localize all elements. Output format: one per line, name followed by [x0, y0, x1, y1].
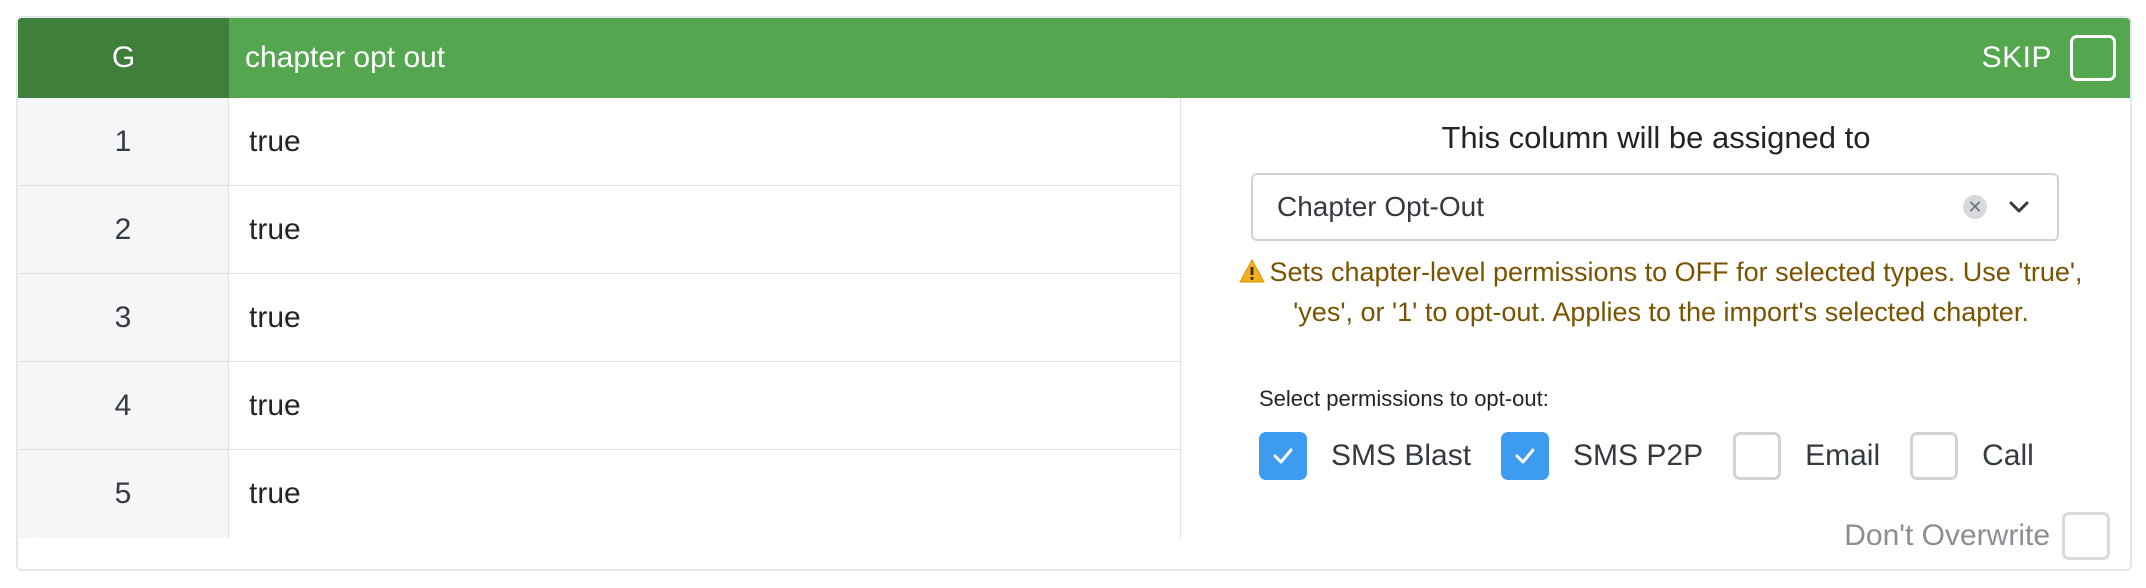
column-header: G chapter opt out SKIP [18, 18, 2130, 98]
column-letter: G [18, 18, 229, 98]
row-number: 2 [18, 186, 229, 273]
row-value: true [249, 300, 301, 334]
row-number: 1 [18, 98, 229, 185]
checkmark-icon [1515, 448, 1535, 464]
row-number: 4 [18, 362, 229, 449]
field-select[interactable]: Chapter Opt-Out ✕ [1251, 173, 2059, 241]
row-value: true [249, 212, 301, 246]
skip-toggle[interactable]: SKIP [1982, 35, 2116, 81]
table-row: 2 true [18, 186, 1180, 274]
row-number: 3 [18, 274, 229, 361]
table-row: 4 true [18, 362, 1180, 450]
close-icon[interactable]: ✕ [1963, 195, 1987, 219]
chevron-down-icon[interactable] [2007, 195, 2031, 219]
checkbox-sms-p2p[interactable] [1501, 432, 1550, 480]
row-value: true [249, 388, 301, 422]
data-preview-rows: 1 true 2 true 3 true 4 true 5 true [18, 98, 1180, 538]
warning-message: Sets chapter-level permissions to OFF fo… [1221, 252, 2101, 332]
permission-call[interactable]: Call [1910, 432, 2034, 480]
permission-sms-blast[interactable]: SMS Blast [1259, 432, 1471, 480]
skip-checkbox[interactable] [2070, 35, 2116, 81]
permission-label: SMS Blast [1331, 439, 1472, 472]
dont-overwrite-label: Don't Overwrite [1844, 519, 2050, 552]
permissions-group: SMS Blast SMS P2P Email Call [1259, 432, 2034, 480]
row-value: true [249, 124, 301, 158]
permission-label: Email [1805, 439, 1881, 472]
checkbox-sms-blast[interactable] [1259, 432, 1307, 480]
assignment-title: This column will be assigned to [1441, 120, 1871, 155]
permissions-label: Select permissions to opt-out: [1259, 386, 1549, 411]
table-row: 3 true [18, 274, 1180, 362]
permission-email[interactable]: Email [1733, 432, 1880, 480]
checkbox-call[interactable] [1910, 432, 1959, 480]
checkmark-icon [1273, 448, 1293, 464]
warning-text: Sets chapter-level permissions to OFF fo… [1269, 257, 2083, 327]
permission-label: SMS P2P [1573, 439, 1704, 472]
column-name: chapter opt out [245, 41, 446, 74]
dont-overwrite-checkbox[interactable] [2062, 512, 2110, 560]
column-mapping-card: G chapter opt out SKIP 1 true 2 true 3 t… [16, 16, 2132, 571]
permission-label: Call [1982, 439, 2034, 472]
table-row: 5 true [18, 450, 1180, 538]
row-number: 5 [18, 450, 229, 538]
row-value: true [249, 477, 301, 510]
warning-icon [1239, 259, 1266, 283]
field-select-value: Chapter Opt-Out [1277, 191, 1484, 222]
skip-label: SKIP [1981, 41, 2052, 74]
dont-overwrite-toggle[interactable]: Don't Overwrite [1844, 512, 2110, 560]
permission-sms-p2p[interactable]: SMS P2P [1501, 432, 1703, 480]
checkbox-email[interactable] [1733, 432, 1782, 480]
table-row: 1 true [18, 98, 1180, 186]
assignment-panel: This column will be assigned to Chapter … [1180, 98, 2130, 560]
